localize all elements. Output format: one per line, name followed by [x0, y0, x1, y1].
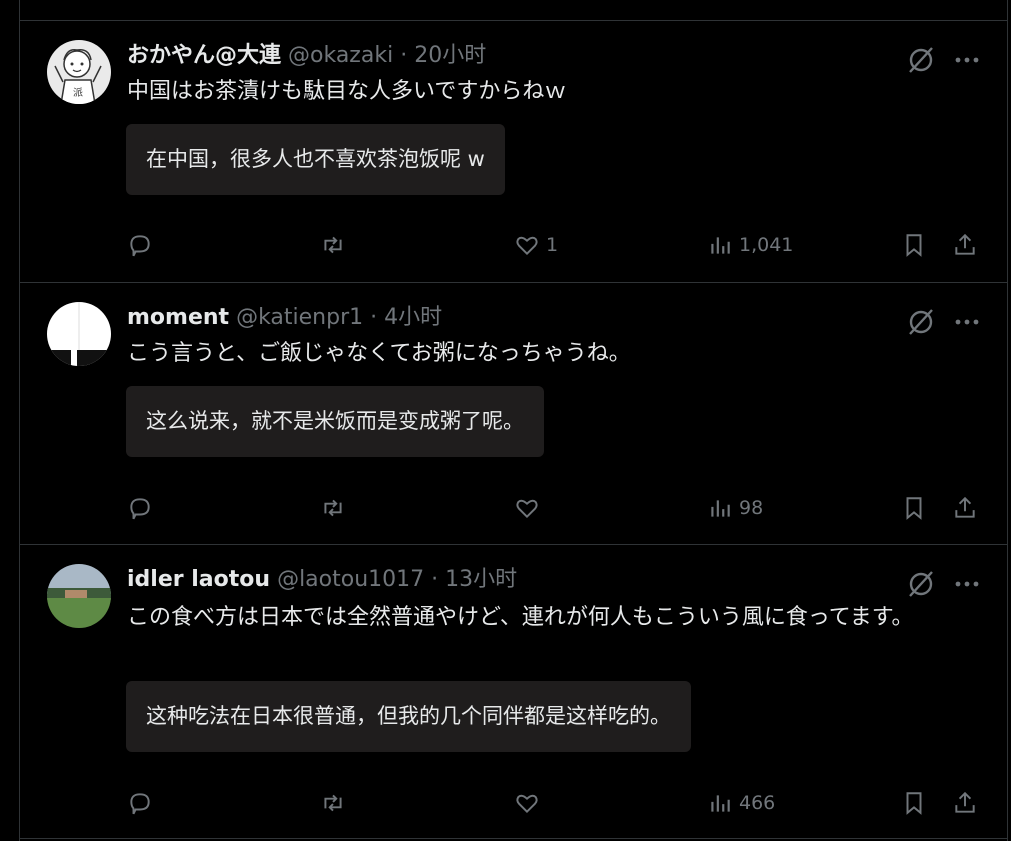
tweet-text: この食べ方は日本では全然普通やけど、連れが何人もこういう風に食ってます。 — [127, 605, 914, 630]
more-options-icon[interactable] — [952, 307, 982, 337]
repost-button[interactable] — [320, 788, 346, 818]
grok-icon[interactable] — [906, 307, 936, 337]
repost-button[interactable] — [320, 493, 346, 523]
author-name[interactable]: おかやん@大連 — [127, 43, 281, 68]
repost-icon — [324, 236, 342, 254]
tweet-text: 中国はお茶漬けも駄目な人多いですからねｗ — [127, 79, 567, 104]
translation-box: 在中国，很多人也不喜欢茶泡饭呢 w — [126, 124, 505, 195]
view-count: 466 — [739, 792, 776, 814]
divider — [20, 838, 1007, 839]
tweet-3[interactable]: idler laotou @laotou1017 · 13小时 この食べ方は日本… — [20, 544, 1007, 841]
tweet-header: おかやん@大連 @okazaki · 20小时 — [127, 41, 486, 71]
bookmark-button[interactable] — [901, 230, 927, 260]
avatar-laotou1017[interactable] — [47, 564, 111, 628]
reply-button[interactable] — [127, 230, 153, 260]
share-button[interactable] — [952, 493, 978, 523]
views-button[interactable]: 466 — [707, 788, 775, 818]
repost-button[interactable] — [320, 230, 346, 260]
share-button[interactable] — [952, 230, 978, 260]
share-icon — [955, 233, 975, 255]
separator-dot: · — [431, 567, 439, 592]
analytics-icon — [711, 237, 730, 254]
heart-icon — [516, 236, 538, 256]
bookmark-icon — [906, 792, 922, 815]
tweet-header: idler laotou @laotou1017 · 13小时 — [127, 565, 517, 595]
translation-box: 这么说来，就不是米饭而是变成粥了呢。 — [126, 386, 544, 457]
bookmark-button[interactable] — [901, 788, 927, 818]
more-options-icon[interactable] — [952, 45, 982, 75]
reply-icon — [130, 793, 150, 815]
tweet-1[interactable]: 派 おかやん@大連 @okazaki · 20小时 中国はお茶漬けも駄目な人多い… — [20, 20, 1007, 282]
bookmark-icon — [906, 497, 922, 520]
reply-button[interactable] — [127, 788, 153, 818]
avatar-okazaki[interactable]: 派 — [47, 40, 111, 104]
reply-icon — [130, 498, 150, 520]
reply-icon — [130, 235, 150, 257]
repost-icon — [324, 499, 342, 517]
translation-box: 这种吃法在日本很普通，但我的几个同伴都是这样吃的。 — [126, 681, 691, 752]
analytics-icon — [711, 795, 730, 812]
separator-dot: · — [400, 43, 408, 68]
more-options-icon[interactable] — [952, 569, 982, 599]
view-count: 1,041 — [739, 234, 794, 256]
timeline-column: 派 おかやん@大連 @okazaki · 20小时 中国はお茶漬けも駄目な人多い… — [19, 0, 1008, 841]
svg-text:派: 派 — [73, 87, 83, 99]
tweet-text: こう言うと、ご飯じゃなくてお粥になっちゃうね。 — [127, 341, 631, 366]
bookmark-button[interactable] — [901, 493, 927, 523]
tweet-2[interactable]: moment @katienpr1 · 4小时 こう言うと、ご飯じゃなくてお粥に… — [20, 282, 1007, 544]
like-button[interactable] — [514, 788, 546, 818]
grok-icon[interactable] — [906, 45, 936, 75]
author-handle[interactable]: @katienpr1 — [236, 305, 363, 330]
separator-dot: · — [370, 305, 378, 330]
timestamp[interactable]: 20小时 — [414, 43, 486, 68]
timestamp[interactable]: 4小时 — [384, 305, 442, 330]
timestamp[interactable]: 13小时 — [445, 567, 517, 592]
bookmark-icon — [906, 234, 922, 257]
like-count: 1 — [546, 234, 559, 256]
heart-icon — [516, 499, 538, 519]
avatar-katienpr1[interactable] — [47, 302, 111, 366]
repost-icon — [324, 794, 342, 812]
grok-icon[interactable] — [906, 569, 936, 599]
views-button[interactable]: 1,041 — [707, 230, 793, 260]
share-icon — [955, 496, 975, 518]
author-handle[interactable]: @laotou1017 — [277, 567, 424, 592]
view-count: 98 — [739, 497, 764, 519]
analytics-icon — [711, 500, 730, 517]
share-icon — [955, 791, 975, 813]
author-name[interactable]: idler laotou — [127, 567, 270, 592]
heart-icon — [516, 794, 538, 814]
views-button[interactable]: 98 — [707, 493, 763, 523]
share-button[interactable] — [952, 788, 978, 818]
reply-button[interactable] — [127, 493, 153, 523]
like-button[interactable]: 1 — [514, 230, 558, 260]
like-button[interactable] — [514, 493, 546, 523]
tweet-header: moment @katienpr1 · 4小时 — [127, 303, 442, 333]
author-name[interactable]: moment — [127, 305, 229, 330]
author-handle[interactable]: @okazaki — [288, 43, 393, 68]
